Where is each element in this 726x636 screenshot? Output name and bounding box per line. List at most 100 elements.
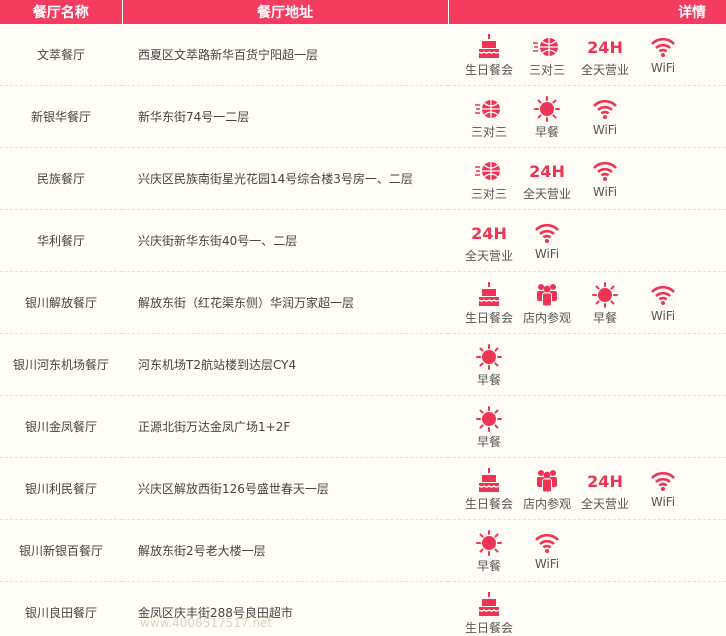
restaurant-address: 兴庆街新华东街40号一、二层 [122, 209, 448, 272]
table-row: 银川新银百餐厅 解放东街2号老大楼一层早餐 WiFi [0, 519, 726, 582]
feature-basketball: 三对三 [460, 157, 518, 202]
table-row: 银川金凤餐厅 正源北街万达金凤广场1+2F 早餐 [0, 395, 726, 458]
basketball-icon [532, 33, 562, 61]
restaurant-address: 解放东街（红花渠东侧）华润万家超一层 [122, 271, 448, 334]
restaurant-name: 民族餐厅 [0, 147, 122, 210]
table-row: 银川良田餐厅 金凤区庆丰街288号良田超市 生日餐会 [0, 581, 726, 636]
twenty-four-hours-icon: 24H [529, 157, 565, 185]
feature-label: 三对三 [470, 125, 507, 139]
table-row: 民族餐厅 兴庆区民族南街星光花园14号综合楼3号房一、二层 三对三 24H 全天营业 Wi… [0, 147, 726, 210]
restaurant-address: 西夏区文萃路新华百货宁阳超一层 [122, 24, 448, 86]
table-row: 新银华餐厅 新华东街74号一二层三对三 早餐 WiFi [0, 85, 726, 148]
wifi-icon [592, 157, 618, 185]
feature-label: WiFi [592, 123, 618, 137]
restaurant-name: 银川金凤餐厅 [0, 395, 122, 458]
wifi-icon [592, 95, 618, 123]
feature-wifi: WiFi [576, 157, 634, 199]
restaurant-name: 银川解放餐厅 [0, 271, 122, 334]
restaurant-address: 兴庆区解放西街126号盛世春天一层 [122, 457, 448, 520]
feature-label: WiFi [650, 309, 676, 323]
feature-label: 早餐 [534, 125, 559, 139]
people-icon [534, 467, 560, 495]
cake-icon [477, 281, 501, 309]
feature-wifi: WiFi [634, 281, 692, 323]
restaurant-features: 三对三 24H 全天营业 WiFi [448, 147, 726, 210]
restaurant-name: 新银华餐厅 [0, 85, 122, 148]
sun-icon [476, 529, 502, 557]
restaurant-features: 生日餐会 店内参观 24H 全天营业 WiFi [448, 457, 726, 520]
feature-birthday: 生日餐会 [460, 591, 518, 636]
twenty-four-hours-icon: 24H [471, 219, 507, 247]
cake-icon [477, 467, 501, 495]
watermark: www.4008517517.net [140, 616, 273, 630]
feature-label: 店内参观 [522, 311, 571, 325]
feature-label: WiFi [592, 185, 618, 199]
feature-label: WiFi [534, 557, 560, 571]
restaurant-features: 早餐 [448, 395, 726, 458]
twenty-four-hours-icon: 24H [587, 33, 623, 61]
feature-birthday: 生日餐会 [460, 281, 518, 326]
feature-label: 早餐 [476, 435, 501, 449]
restaurant-address: 兴庆区民族南街星光花园14号综合楼3号房一、二层 [122, 147, 448, 210]
feature-label: 三对三 [528, 63, 565, 77]
twenty-four-hours-icon: 24H [587, 467, 623, 495]
sun-icon [592, 281, 618, 309]
feature-24h: 24H 全天营业 [576, 467, 634, 512]
feature-label: 生日餐会 [464, 621, 513, 635]
feature-label: 全天营业 [580, 497, 629, 511]
feature-wifi: WiFi [518, 529, 576, 571]
feature-label: WiFi [650, 495, 676, 509]
restaurant-name: 银川河东机场餐厅 [0, 333, 122, 396]
table-row: 银川河东机场餐厅 河东机场T2航站楼到达层CY4 早餐 [0, 333, 726, 396]
feature-wifi: WiFi [576, 95, 634, 137]
restaurant-features: 生日餐会 三对三 24H 全天营业 WiFi [448, 24, 726, 86]
header-detail: 详情 [448, 0, 726, 24]
restaurant-features: 三对三 早餐 WiFi [448, 85, 726, 148]
table-row: 华利餐厅 兴庆街新华东街40号一、二层 24H 全天营业 WiFi [0, 209, 726, 272]
feature-breakfast: 早餐 [576, 281, 634, 326]
basketball-icon [474, 95, 504, 123]
twenty-four-hours-text: 24H [471, 223, 507, 243]
feature-label: 生日餐会 [464, 63, 513, 77]
feature-label: 店内参观 [522, 497, 571, 511]
feature-label: 全天营业 [522, 187, 571, 201]
twenty-four-hours-text: 24H [529, 161, 565, 181]
feature-tour: 店内参观 [518, 467, 576, 512]
feature-basketball: 三对三 [518, 33, 576, 78]
restaurant-address: 解放东街2号老大楼一层 [122, 519, 448, 582]
restaurant-features: 生日餐会 店内参观 早餐 WiFi [448, 271, 726, 334]
restaurant-address: 河东机场T2航站楼到达层CY4 [122, 333, 448, 396]
feature-label: 早餐 [592, 311, 617, 325]
restaurant-features: 生日餐会 [448, 581, 726, 636]
feature-birthday: 生日餐会 [460, 467, 518, 512]
feature-birthday: 生日餐会 [460, 33, 518, 78]
feature-wifi: WiFi [634, 467, 692, 509]
feature-basketball: 三对三 [460, 95, 518, 140]
feature-label: 生日餐会 [464, 311, 513, 325]
feature-24h: 24H 全天营业 [518, 157, 576, 202]
feature-tour: 店内参观 [518, 281, 576, 326]
restaurant-name: 银川利民餐厅 [0, 457, 122, 520]
restaurant-table: 餐厅名称 餐厅地址 详情 文萃餐厅 西夏区文萃路新华百货宁阳超一层 生日餐会 三对三 2… [0, 0, 726, 636]
restaurant-address: 新华东街74号一二层 [122, 85, 448, 148]
table-row: 文萃餐厅 西夏区文萃路新华百货宁阳超一层 生日餐会 三对三 24H 全天营业 WiFi [0, 24, 726, 86]
restaurant-name: 银川新银百餐厅 [0, 519, 122, 582]
feature-label: 早餐 [476, 559, 501, 573]
table-header: 餐厅名称 餐厅地址 详情 [0, 0, 726, 24]
wifi-icon [534, 529, 560, 557]
feature-label: 全天营业 [464, 249, 513, 263]
restaurant-address: 正源北街万达金凤广场1+2F [122, 395, 448, 458]
wifi-icon [650, 467, 676, 495]
table-row: 银川解放餐厅 解放东街（红花渠东侧）华润万家超一层生日餐会 店内参观 早餐 WiFi [0, 271, 726, 334]
feature-label: WiFi [534, 247, 560, 261]
twenty-four-hours-text: 24H [587, 471, 623, 491]
sun-icon [476, 405, 502, 433]
feature-label: 生日餐会 [464, 497, 513, 511]
twenty-four-hours-text: 24H [587, 37, 623, 57]
restaurant-name: 银川良田餐厅 [0, 581, 122, 636]
header-name: 餐厅名称 [0, 0, 123, 24]
feature-label: WiFi [650, 61, 676, 75]
restaurant-features: 早餐 [448, 333, 726, 396]
cake-icon [477, 591, 501, 619]
basketball-icon [474, 157, 504, 185]
